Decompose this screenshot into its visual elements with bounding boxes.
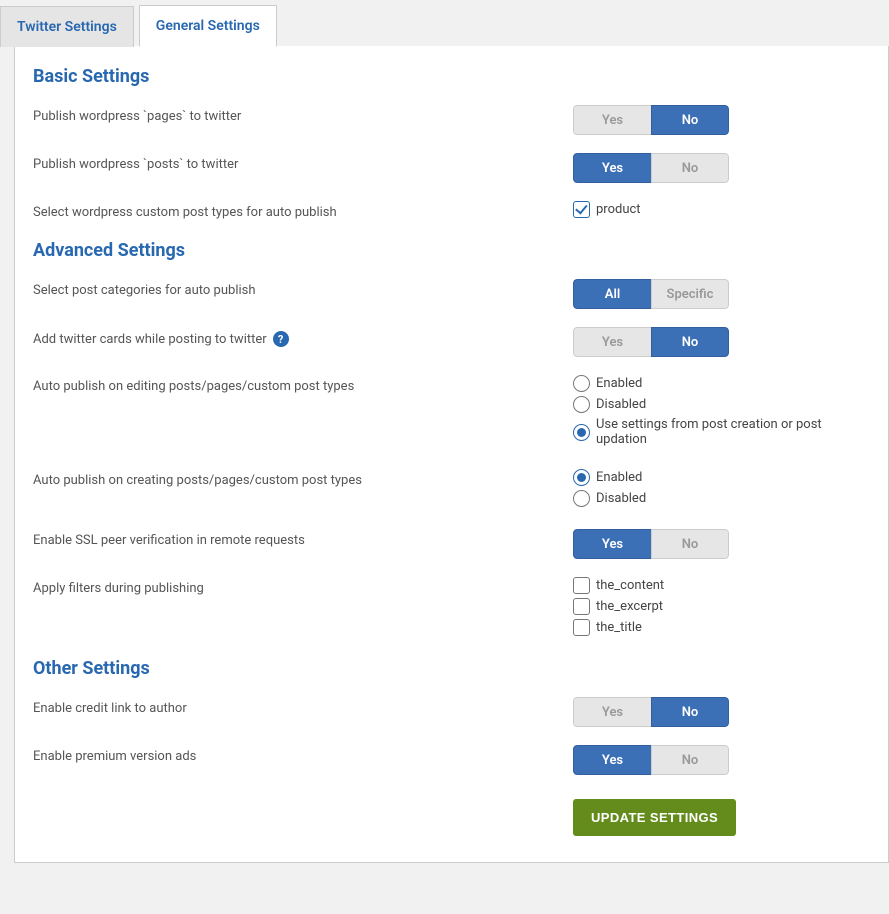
label-autopub-edit: Auto publish on editing posts/pages/cust… [33,375,573,394]
section-basic-heading: Basic Settings [33,66,870,87]
toggle-publish-pages: Yes No [573,105,729,135]
toggle-ssl-yes[interactable]: Yes [573,529,651,559]
tab-twitter-settings[interactable]: Twitter Settings [0,6,134,47]
label-autopub-create: Auto publish on creating posts/pages/cus… [33,469,573,488]
section-advanced-heading: Advanced Settings [33,240,870,261]
checkbox-the-title-label: the_title [596,620,642,635]
checkbox-the-content[interactable] [573,577,590,594]
toggle-ssl: Yes No [573,529,729,559]
toggle-credit-link-no[interactable]: No [651,697,729,727]
label-twitter-cards-text: Add twitter cards while posting to twitt… [33,332,267,347]
radio-autopub-edit-disabled-label: Disabled [596,397,646,412]
tab-general-settings[interactable]: General Settings [139,5,277,47]
label-twitter-cards: Add twitter cards while posting to twitt… [33,327,573,347]
toggle-categories-all[interactable]: All [573,279,651,309]
toggle-premium-ads: Yes No [573,745,729,775]
label-filters: Apply filters during publishing [33,577,573,596]
toggle-publish-pages-no[interactable]: No [651,105,729,135]
toggle-publish-pages-yes[interactable]: Yes [573,105,651,135]
label-ssl: Enable SSL peer verification in remote r… [33,529,573,548]
radio-autopub-edit-enabled-label: Enabled [596,376,642,391]
toggle-twitter-cards: Yes No [573,327,729,357]
label-publish-pages: Publish wordpress `pages` to twitter [33,105,573,124]
toggle-categories-specific[interactable]: Specific [651,279,729,309]
radio-autopub-create-enabled[interactable] [573,469,590,486]
help-icon[interactable]: ? [273,331,289,347]
toggle-credit-link-yes[interactable]: Yes [573,697,651,727]
toggle-categories: All Specific [573,279,729,309]
label-credit-link: Enable credit link to author [33,697,573,716]
radio-autopub-edit-enabled[interactable] [573,375,590,392]
checkbox-the-title[interactable] [573,619,590,636]
toggle-publish-posts-no[interactable]: No [651,153,729,183]
toggle-publish-posts: Yes No [573,153,729,183]
toggle-publish-posts-yes[interactable]: Yes [573,153,651,183]
radio-autopub-edit-disabled[interactable] [573,396,590,413]
toggle-premium-ads-no[interactable]: No [651,745,729,775]
section-other-heading: Other Settings [33,658,870,679]
checkbox-product-label: product [596,202,641,217]
label-premium-ads: Enable premium version ads [33,745,573,764]
checkbox-the-excerpt-label: the_excerpt [596,599,663,614]
radio-autopub-edit-use-settings[interactable] [573,424,590,441]
toggle-credit-link: Yes No [573,697,729,727]
checkbox-the-content-label: the_content [596,578,664,593]
label-custom-post-types: Select wordpress custom post types for a… [33,201,573,220]
toggle-twitter-cards-yes[interactable]: Yes [573,327,651,357]
update-settings-button[interactable]: UPDATE SETTINGS [573,799,736,836]
checkbox-the-excerpt[interactable] [573,598,590,615]
checkbox-product[interactable] [573,201,590,218]
toggle-ssl-no[interactable]: No [651,529,729,559]
radio-autopub-edit-use-settings-label: Use settings from post creation or post … [596,417,870,447]
toggle-premium-ads-yes[interactable]: Yes [573,745,651,775]
settings-panel: Basic Settings Publish wordpress `pages`… [14,46,889,863]
radio-autopub-create-disabled-label: Disabled [596,491,646,506]
radio-autopub-create-disabled[interactable] [573,490,590,507]
toggle-twitter-cards-no[interactable]: No [651,327,729,357]
label-publish-posts: Publish wordpress `posts` to twitter [33,153,573,172]
radio-autopub-create-enabled-label: Enabled [596,470,642,485]
label-categories: Select post categories for auto publish [33,279,573,298]
